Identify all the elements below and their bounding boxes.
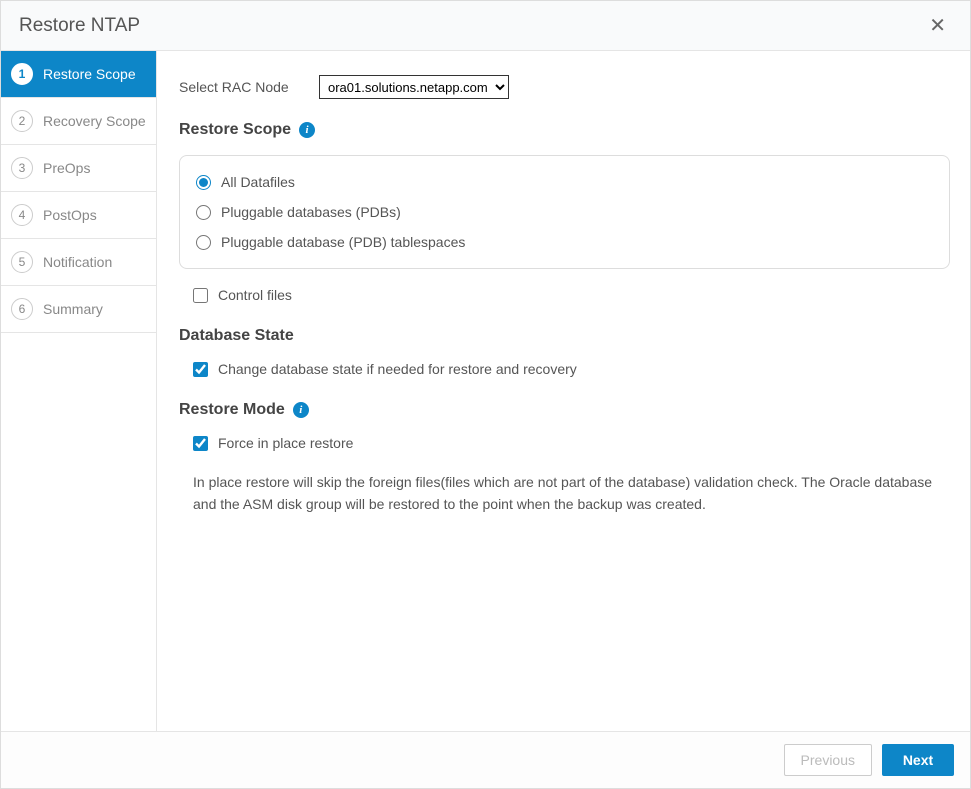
change-db-state-label: Change database state if needed for rest…	[218, 361, 577, 377]
force-in-place-row[interactable]: Force in place restore	[193, 435, 950, 451]
step-label: Restore Scope	[43, 66, 136, 82]
step-recovery-scope[interactable]: 2 Recovery Scope	[1, 98, 156, 145]
control-files-label: Control files	[218, 287, 292, 303]
restore-scope-title: Restore Scope i	[179, 121, 950, 139]
step-label: PostOps	[43, 207, 97, 223]
main-panel: Select RAC Node ora01.solutions.netapp.c…	[157, 51, 970, 731]
step-num: 5	[11, 251, 33, 273]
checkbox-force-in-place[interactable]	[193, 436, 208, 451]
step-label: Recovery Scope	[43, 113, 146, 129]
step-num: 3	[11, 157, 33, 179]
opt-pdb-tablespaces[interactable]: Pluggable database (PDB) tablespaces	[196, 234, 933, 250]
wizard-sidebar: 1 Restore Scope 2 Recovery Scope 3 PreOp…	[1, 51, 157, 731]
step-label: PreOps	[43, 160, 90, 176]
step-preops[interactable]: 3 PreOps	[1, 145, 156, 192]
info-icon[interactable]: i	[299, 122, 315, 138]
step-num: 6	[11, 298, 33, 320]
database-state-title-text: Database State	[179, 327, 294, 345]
change-db-state-row[interactable]: Change database state if needed for rest…	[193, 361, 950, 377]
step-label: Notification	[43, 254, 112, 270]
opt-all-datafiles[interactable]: All Datafiles	[196, 174, 933, 190]
opt-pdbs[interactable]: Pluggable databases (PDBs)	[196, 204, 933, 220]
step-summary[interactable]: 6 Summary	[1, 286, 156, 333]
rac-node-row: Select RAC Node ora01.solutions.netapp.c…	[179, 75, 950, 99]
restore-scope-title-text: Restore Scope	[179, 121, 291, 139]
checkbox-control-files[interactable]	[193, 288, 208, 303]
restore-dialog: Restore NTAP ✕ 1 Restore Scope 2 Recover…	[0, 0, 971, 789]
restore-mode-description: In place restore will skip the foreign f…	[193, 471, 950, 516]
checkbox-change-db-state[interactable]	[193, 362, 208, 377]
radio-pdb-tablespaces[interactable]	[196, 235, 211, 250]
step-label: Summary	[43, 301, 103, 317]
dialog-footer: Previous Next	[1, 731, 970, 788]
step-notification[interactable]: 5 Notification	[1, 239, 156, 286]
dialog-title: Restore NTAP	[19, 15, 140, 37]
close-icon[interactable]: ✕	[923, 11, 952, 40]
previous-button[interactable]: Previous	[784, 744, 872, 776]
opt-label: All Datafiles	[221, 174, 295, 190]
step-restore-scope[interactable]: 1 Restore Scope	[1, 51, 156, 98]
control-files-row[interactable]: Control files	[193, 287, 950, 303]
radio-all-datafiles[interactable]	[196, 175, 211, 190]
restore-scope-group: All Datafiles Pluggable databases (PDBs)…	[179, 155, 950, 269]
dialog-header: Restore NTAP ✕	[1, 1, 970, 51]
restore-mode-title-text: Restore Mode	[179, 401, 285, 419]
step-postops[interactable]: 4 PostOps	[1, 192, 156, 239]
info-icon[interactable]: i	[293, 402, 309, 418]
radio-pdbs[interactable]	[196, 205, 211, 220]
next-button[interactable]: Next	[882, 744, 954, 776]
force-in-place-label: Force in place restore	[218, 435, 353, 451]
step-num: 4	[11, 204, 33, 226]
opt-label: Pluggable database (PDB) tablespaces	[221, 234, 465, 250]
opt-label: Pluggable databases (PDBs)	[221, 204, 401, 220]
dialog-body: 1 Restore Scope 2 Recovery Scope 3 PreOp…	[1, 51, 970, 731]
step-num: 1	[11, 63, 33, 85]
restore-mode-title: Restore Mode i	[179, 401, 950, 419]
rac-node-select[interactable]: ora01.solutions.netapp.com	[319, 75, 509, 99]
database-state-title: Database State	[179, 327, 950, 345]
step-num: 2	[11, 110, 33, 132]
rac-node-label: Select RAC Node	[179, 79, 319, 95]
